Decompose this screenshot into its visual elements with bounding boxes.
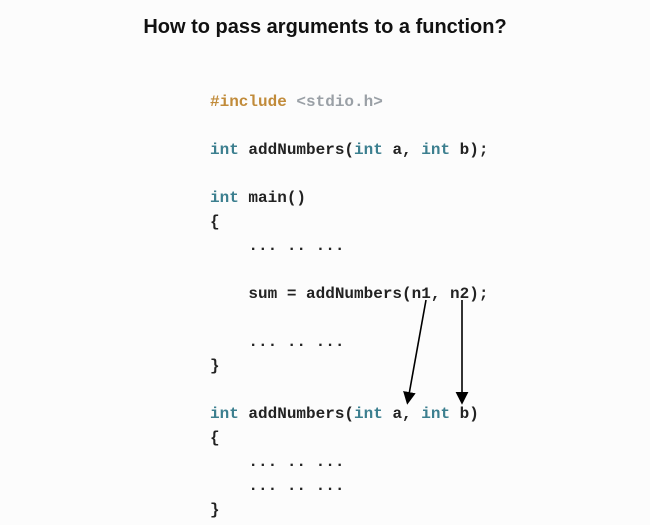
slide-title: How to pass arguments to a function? (0, 16, 650, 39)
brace-open: { (210, 429, 220, 447)
proto-a: a, (383, 141, 421, 159)
kw-int: int (354, 141, 383, 159)
brace-open: { (210, 213, 220, 231)
code-block: #include <stdio.h> int addNumbers(int a,… (210, 90, 488, 522)
proto-b: b); (450, 141, 488, 159)
proto-name: addNumbers( (239, 141, 354, 159)
kw-int: int (210, 189, 239, 207)
ellipsis: ... .. ... (210, 453, 344, 471)
kw-int: int (210, 141, 239, 159)
call-line: sum = addNumbers(n1, n2); (210, 285, 488, 303)
def-name: addNumbers( (239, 405, 354, 423)
kw-int: int (354, 405, 383, 423)
slide-container: How to pass arguments to a function? #in… (0, 0, 650, 525)
ellipsis: ... .. ... (210, 477, 344, 495)
include-header: <stdio.h> (296, 93, 382, 111)
include-directive: #include (210, 93, 287, 111)
kw-int: int (421, 141, 450, 159)
ellipsis: ... .. ... (210, 237, 344, 255)
brace-close: } (210, 357, 220, 375)
main-sig: main() (239, 189, 306, 207)
brace-close: } (210, 501, 220, 519)
def-a: a, (383, 405, 421, 423)
kw-int: int (421, 405, 450, 423)
ellipsis: ... .. ... (210, 333, 344, 351)
def-b: b) (450, 405, 479, 423)
kw-int: int (210, 405, 239, 423)
